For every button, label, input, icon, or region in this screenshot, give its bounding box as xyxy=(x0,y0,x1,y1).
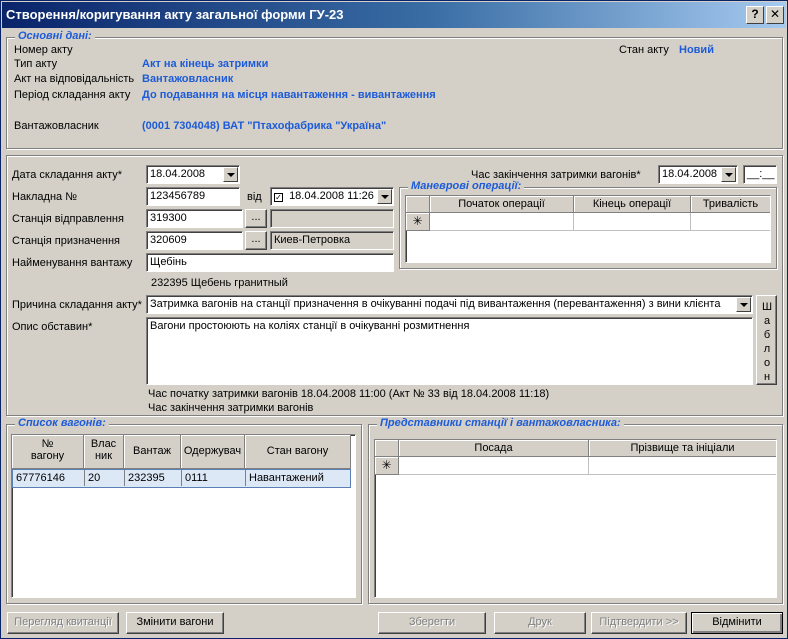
basic-data-legend: Основні дані: xyxy=(15,30,95,42)
waybill-date-dropdown-icon[interactable] xyxy=(377,189,392,204)
start-delay-text: Час початку затримки вагонів 18.04.2008 … xyxy=(148,388,550,400)
wagons-col-cargo[interactable]: Вантаж xyxy=(124,435,181,469)
shunting-corner xyxy=(406,196,430,213)
owner-value: (0001 7304048) ВАТ "Птахофабрика "Україн… xyxy=(142,120,387,132)
dest-station-input[interactable]: 320609 xyxy=(146,231,243,250)
change-wagons-button[interactable]: Змінити вагони xyxy=(126,612,224,634)
dep-station-name-field xyxy=(270,209,394,228)
circumstances-label: Опис обставин* xyxy=(12,321,93,333)
end-delay-dropdown-icon[interactable] xyxy=(721,167,736,182)
wagons-col-recipient[interactable]: Одержувач xyxy=(181,435,245,469)
dep-station-value: 319300 xyxy=(150,212,187,224)
period-value: До подавання на місця навантаження - вив… xyxy=(142,89,436,101)
shunting-legend: Маневрові операції: xyxy=(408,180,525,192)
shunting-new-row-marker: ✳ xyxy=(406,213,430,231)
dep-station-browse-button[interactable]: ... xyxy=(245,209,267,228)
shunting-col-duration[interactable]: Тривалість xyxy=(691,196,770,213)
reason-value: Затримка вагонів на станції призначення … xyxy=(150,298,721,310)
waybill-date-checkbox-icon[interactable]: ✓ xyxy=(274,193,283,202)
dialog-window: Створення/коригування акту загальної фор… xyxy=(0,0,788,639)
waybill-date-value: 18.04.2008 11:26 xyxy=(289,190,374,202)
template-button-label: Шаблон xyxy=(761,301,773,383)
dep-station-input[interactable]: 319300 xyxy=(146,209,243,228)
date-dropdown-icon[interactable] xyxy=(223,167,238,182)
circumstances-textarea[interactable]: Вагони простоюють на коліях станції в оч… xyxy=(146,317,753,385)
from-label: від xyxy=(247,191,262,203)
end-delay-date-value: 18.04.2008 xyxy=(662,168,718,180)
act-state-value: Новий xyxy=(679,44,714,56)
wagon-number-cell: 67776146 xyxy=(13,470,85,486)
owner-label: Вантажовласник xyxy=(14,120,99,132)
dest-station-browse-button[interactable]: ... xyxy=(245,231,267,250)
reps-col-position[interactable]: Посада xyxy=(399,440,589,457)
help-button[interactable]: ? xyxy=(746,6,764,24)
dest-station-label: Станція призначення xyxy=(12,235,120,247)
wagon-recipient-cell: 0111 xyxy=(182,470,246,486)
print-button[interactable]: Друк xyxy=(494,612,586,634)
wagons-grid[interactable]: № вагону Влас ник Вантаж Одержувач Стан … xyxy=(11,434,356,598)
waybill-input[interactable]: 123456789 xyxy=(146,187,240,206)
act-type-label: Тип акту xyxy=(14,58,58,70)
act-state-label: Стан акту xyxy=(619,44,669,56)
cargo-input[interactable]: Щебінь xyxy=(146,253,394,272)
reps-corner xyxy=(375,440,399,457)
dest-station-name: Киев-Петровка xyxy=(274,234,351,246)
circumstances-value: Вагони простоюють на коліях станції в оч… xyxy=(150,320,470,332)
wagons-col-state[interactable]: Стан вагону xyxy=(245,435,351,469)
dep-station-label: Станція відправлення xyxy=(12,213,124,225)
end-delay-time-input[interactable]: __:__ xyxy=(743,165,777,184)
wagons-col-number[interactable]: № вагону xyxy=(12,435,84,469)
template-button[interactable]: Шаблон xyxy=(756,295,777,385)
confirm-button[interactable]: Підтвердити >> xyxy=(591,612,687,634)
shunting-col-start[interactable]: Початок операції xyxy=(430,196,574,213)
cargo-code-text: 232395 Щебень гранитный xyxy=(151,277,288,289)
cargo-label: Найменування вантажу xyxy=(12,257,133,269)
end-delay-text: Час закінчення затримки вагонів xyxy=(148,402,314,414)
shunting-col-line xyxy=(690,213,691,231)
table-row[interactable]: 67776146 20 232395 0111 Навантажений xyxy=(12,469,351,488)
act-number-label: Номер акту xyxy=(14,44,73,56)
end-delay-time-value: __:__ xyxy=(747,168,775,180)
cargo-value: Щебінь xyxy=(150,256,187,268)
waybill-date-picker[interactable]: ✓ 18.04.2008 11:26 xyxy=(270,187,394,206)
reason-label: Причина складання акту* xyxy=(12,299,142,311)
waybill-value: 123456789 xyxy=(150,190,206,202)
shunting-col-end[interactable]: Кінець операції xyxy=(574,196,691,213)
reason-select[interactable]: Затримка вагонів на станції призначення … xyxy=(146,295,753,314)
date-value: 18.04.2008 xyxy=(150,168,206,180)
wagons-legend: Список вагонів: xyxy=(15,417,109,429)
dest-station-name-field: Киев-Петровка xyxy=(270,231,394,250)
reps-grid[interactable]: Посада Прізвище та ініціали ✳ xyxy=(374,439,777,598)
shunting-row-line xyxy=(430,230,770,231)
view-receipts-button[interactable]: Перегляд квитанції xyxy=(7,612,119,634)
window-title: Створення/коригування акту загальної фор… xyxy=(6,7,344,22)
wagon-cargo-cell: 232395 xyxy=(125,470,182,486)
dest-station-value: 320609 xyxy=(150,234,187,246)
shunting-col-line xyxy=(573,213,574,231)
wagon-owner-cell: 20 xyxy=(85,470,125,486)
reps-legend: Представники станції і вантажовласника: xyxy=(377,417,624,429)
save-button[interactable]: Зберегти xyxy=(378,612,486,634)
title-bar[interactable]: Створення/коригування акту загальної фор… xyxy=(2,2,786,28)
act-type-value: Акт на кінець затримки xyxy=(142,58,269,70)
date-picker[interactable]: 18.04.2008 xyxy=(146,165,240,184)
close-button[interactable]: ✕ xyxy=(766,6,784,24)
wagons-col-owner[interactable]: Влас ник xyxy=(84,435,124,469)
period-label: Період складання акту xyxy=(14,89,131,101)
waybill-label: Накладна № xyxy=(12,191,78,203)
cancel-button[interactable]: Відмінити xyxy=(691,612,783,634)
responsibility-value: Вантажовласник xyxy=(142,73,234,85)
reason-dropdown-icon[interactable] xyxy=(736,297,751,312)
shunting-grid[interactable]: Початок операції Кінець операції Тривалі… xyxy=(405,195,771,263)
end-delay-date-picker[interactable]: 18.04.2008 xyxy=(658,165,738,184)
wagon-state-cell: Навантажений xyxy=(249,472,324,484)
date-label: Дата складання акту* xyxy=(12,169,123,181)
responsibility-label: Акт на відповідальність xyxy=(14,73,135,85)
reps-col-name[interactable]: Прізвище та ініціали xyxy=(589,440,776,457)
reps-new-row-marker: ✳ xyxy=(375,457,399,475)
reps-col-line xyxy=(588,457,589,475)
